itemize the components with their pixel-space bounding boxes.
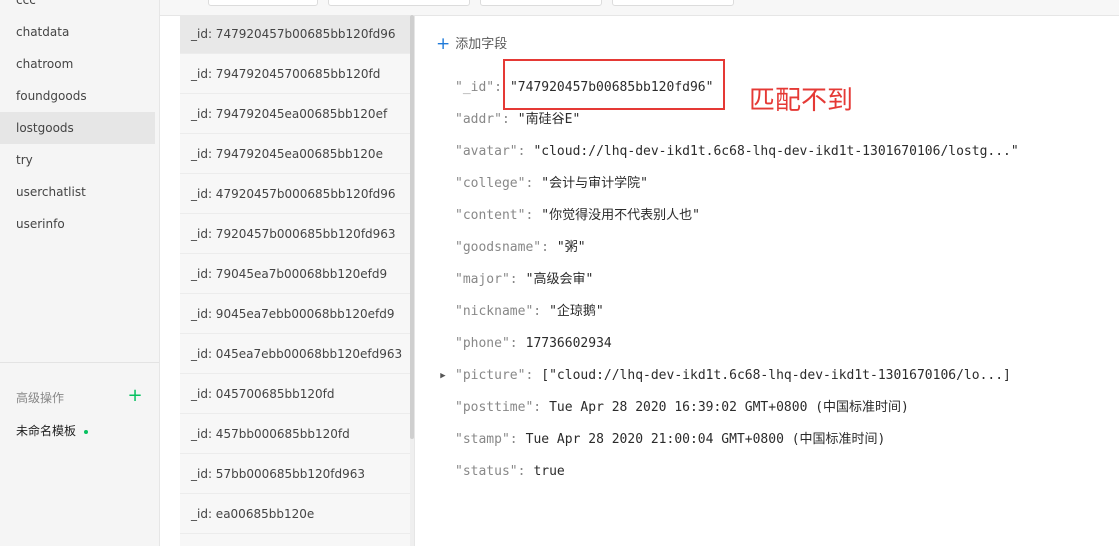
field-row[interactable]: "addr": "南硅谷E"	[455, 110, 580, 130]
field-key: "stamp"	[455, 432, 510, 447]
field-colon: :	[509, 432, 518, 447]
record-item[interactable]: _id: 794792045700685bb120fd	[180, 55, 410, 94]
field-colon: :	[525, 368, 534, 383]
field-row[interactable]: "_id": "747920457b00685bb120fd96"	[455, 78, 713, 98]
field-value: "粥"	[556, 240, 586, 255]
field-colon: :	[517, 144, 526, 159]
template-item[interactable]: 未命名模板	[16, 421, 89, 441]
collection-item-chatroom[interactable]: chatroom	[0, 48, 155, 80]
annotation-text: 匹配不到	[749, 86, 854, 116]
field-colon: :	[525, 176, 534, 191]
collection-item-userchatlist[interactable]: userchatlist	[0, 176, 155, 208]
sidebar-divider	[0, 362, 159, 363]
field-key: "addr"	[455, 112, 502, 127]
field-colon: :	[533, 400, 542, 415]
field-value: 17736602934	[525, 336, 612, 351]
collection-item-foundgoods[interactable]: foundgoods	[0, 80, 155, 112]
record-item[interactable]: _id: 7920457b000685bb120fd963	[180, 215, 410, 254]
record-item[interactable]: _id: 57bb000685bb120fd963	[180, 455, 410, 494]
field-value: "747920457b00685bb120fd96"	[509, 80, 714, 95]
field-value: "会计与审计学院"	[541, 176, 648, 191]
field-colon: :	[494, 80, 502, 95]
field-key: "posttime"	[455, 400, 534, 415]
field-key: "phone"	[455, 336, 510, 351]
field-key: "picture"	[455, 368, 526, 383]
collection-item-ccc[interactable]: ccc	[0, 0, 155, 16]
add-field-button[interactable]: + 添加字段	[436, 34, 507, 54]
field-row[interactable]: "avatar": "cloud://lhq-dev-ikd1t.6c68-lhq…	[455, 142, 1019, 162]
field-value: Tue Apr 28 2020 16:39:02 GMT+0800 (中国标准时…	[549, 400, 909, 415]
field-colon: :	[501, 112, 510, 127]
record-list: _id: 747920457b00685bb120fd96 _id: 794792…	[180, 15, 415, 546]
record-item[interactable]: _id: 794792045ea00685bb120ef	[180, 95, 410, 134]
record-item[interactable]: _id: ea00685bb120e	[180, 495, 410, 534]
field-colon: :	[533, 304, 542, 319]
field-colon: :	[541, 240, 549, 255]
template-label: 未命名模板	[16, 424, 77, 438]
toolbar-button[interactable]	[612, 0, 734, 6]
collection-item-lostgoods[interactable]: lostgoods	[0, 112, 155, 144]
field-key: "nickname"	[455, 304, 534, 319]
scrollbar-thumb[interactable]	[410, 15, 414, 439]
expand-arrow-icon[interactable]: ▶	[437, 366, 449, 386]
field-key: "_id"	[455, 80, 495, 95]
record-item[interactable]: _id: 794792045ea00685bb120e	[180, 135, 410, 174]
collection-item-try[interactable]: try	[0, 144, 155, 176]
field-key: "college"	[455, 176, 526, 191]
collection-item-userinfo[interactable]: userinfo	[0, 208, 155, 240]
collection-sidebar: ccc chatdata chatroom foundgoods lostgoods tr…	[0, 0, 160, 546]
toolbar-button[interactable]	[480, 0, 602, 6]
field-colon: :	[525, 208, 534, 223]
field-row[interactable]: "stamp": Tue Apr 28 2020 21:00:04 GMT+080…	[455, 430, 885, 450]
plus-icon: +	[436, 34, 451, 54]
field-row[interactable]: ▶ "picture": ["cloud://lhq-dev-ikd1t.6c68-…	[440, 366, 1011, 386]
field-row[interactable]: "status": true	[455, 462, 565, 482]
field-row[interactable]: "nickname": "企琼鹅"	[455, 302, 604, 322]
status-dot-icon	[84, 429, 89, 434]
field-value: "企琼鹅"	[549, 304, 604, 319]
field-row[interactable]: "posttime": Tue Apr 28 2020 16:39:02 GMT+…	[455, 398, 909, 418]
field-value: Tue Apr 28 2020 21:00:04 GMT+0800 (中国标准时…	[525, 432, 886, 447]
field-colon: :	[509, 336, 518, 351]
field-key: "content"	[455, 208, 526, 223]
field-key: "goodsname"	[455, 240, 542, 255]
toolbar-button[interactable]	[328, 0, 470, 6]
field-key: "status"	[455, 464, 518, 479]
field-row[interactable]: "content": "你觉得没用不代表别人也"	[455, 206, 700, 226]
field-value: true	[533, 464, 565, 479]
field-value: "cloud://lhq-dev-ikd1t.6c68-lhq-dev-ikd1…	[533, 144, 1019, 159]
record-item[interactable]: _id: 457bb000685bb120fd	[180, 415, 410, 454]
field-value: "你觉得没用不代表别人也"	[541, 208, 700, 223]
field-key: "major"	[455, 272, 510, 287]
field-row[interactable]: "phone": 17736602934	[455, 334, 612, 354]
toolbar-button[interactable]	[208, 0, 318, 6]
field-row[interactable]: "goodsname": "粥"	[455, 238, 586, 258]
record-item[interactable]: _id: 747920457b00685bb120fd96	[180, 15, 410, 54]
field-value: "高级会审"	[525, 272, 594, 287]
field-colon: :	[509, 272, 518, 287]
field-value: "南硅谷E"	[517, 112, 581, 127]
record-item[interactable]: _id: 045700685bb120fd	[180, 375, 410, 414]
plus-icon[interactable]: +	[127, 386, 143, 406]
record-item[interactable]: _id: 045ea7ebb00068bb120efd963	[180, 335, 410, 374]
record-item[interactable]: _id: 47920457b000685bb120fd96	[180, 175, 410, 214]
advanced-ops-label: 高级操作	[16, 391, 65, 405]
field-value: ["cloud://lhq-dev-ikd1t.6c68-lhq-dev-ikd…	[541, 368, 1011, 383]
field-colon: :	[517, 464, 526, 479]
field-key: "avatar"	[455, 144, 518, 159]
field-row[interactable]: "college": "会计与审计学院"	[455, 174, 648, 194]
toolbar	[160, 0, 1119, 16]
record-item[interactable]: _id: 79045ea7b00068bb120efd9	[180, 255, 410, 294]
add-field-label: 添加字段	[455, 37, 508, 52]
field-row[interactable]: "major": "高级会审"	[455, 270, 593, 290]
record-item[interactable]: _id: 9045ea7ebb00068bb120efd9	[180, 295, 410, 334]
collection-item-chatdata[interactable]: chatdata	[0, 16, 155, 48]
